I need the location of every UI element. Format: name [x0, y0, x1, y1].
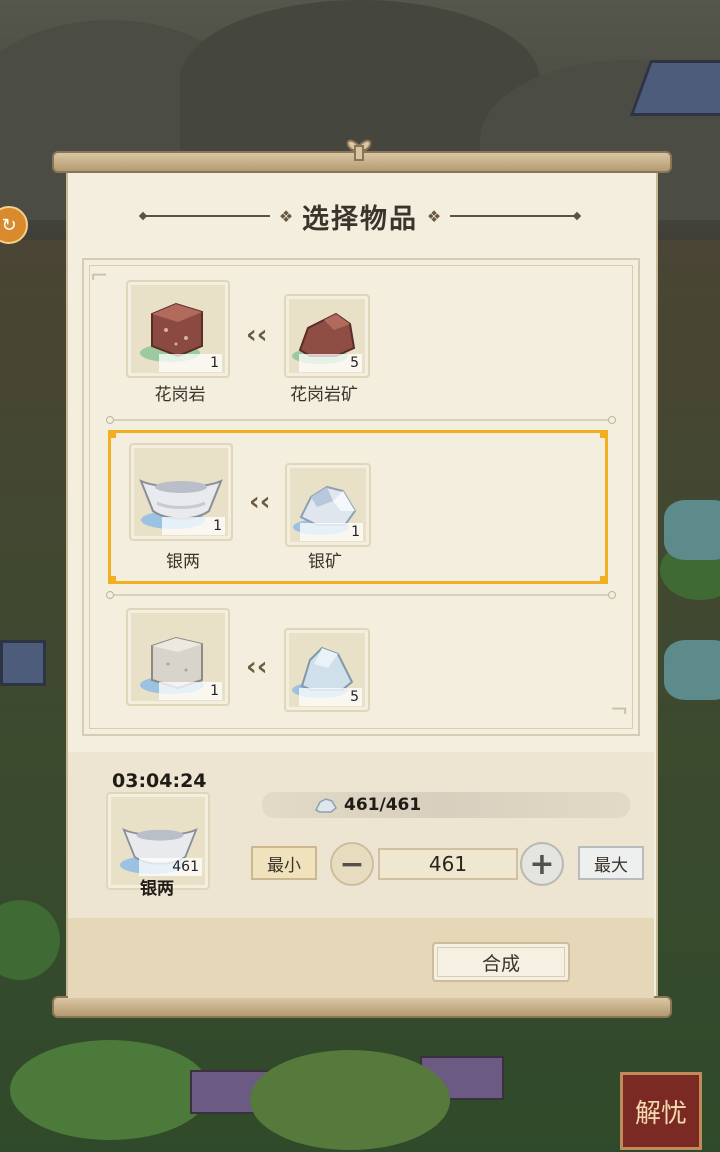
item-count: 1 — [159, 682, 222, 700]
recipe-row[interactable]: 1 ‹‹ 5 — [108, 600, 608, 740]
input-item-slot[interactable]: 1 — [285, 463, 371, 547]
item-count: 1 — [159, 354, 222, 372]
material-stock-text: 461/461 — [344, 795, 422, 815]
selection-corner — [600, 576, 608, 584]
item-name: 花岗岩矿 — [290, 385, 358, 405]
selection-corner — [108, 576, 116, 584]
frame-corner-bottom-right-icon: ¬ — [610, 698, 629, 723]
craft-output-name: 银两 — [140, 879, 174, 899]
output-item-slot[interactable]: 1 — [129, 443, 233, 541]
panel-header: ❖ 选择物品 ❖ — [138, 194, 582, 238]
silver-ore-icon — [299, 485, 357, 526]
title-dot-left — [138, 211, 148, 221]
max-quantity-button[interactable]: 最大 — [578, 846, 644, 880]
silver-ore-icon — [314, 798, 337, 813]
craft-timer: 03:04:24 — [112, 770, 207, 792]
material-stock-bar: 461/461 — [262, 792, 630, 818]
minus-icon: − — [339, 846, 365, 882]
input-item-slot[interactable]: 5 — [284, 294, 370, 378]
selection-corner — [600, 430, 608, 438]
selection-corner — [108, 430, 116, 438]
title-line-left — [146, 215, 270, 217]
increase-quantity-button[interactable]: + — [520, 842, 564, 886]
chevron-left-icon: ‹‹ — [246, 320, 268, 350]
plus-icon: + — [529, 846, 555, 882]
silver-ingot-icon — [139, 479, 223, 520]
decrease-quantity-button[interactable]: − — [330, 842, 374, 886]
granite-block-icon — [151, 302, 203, 358]
title-ornament-left-icon: ❖ — [278, 206, 294, 226]
marble-ore-icon — [300, 646, 354, 691]
recipe-row-selected[interactable]: 1 银两 ‹‹ 1 银矿 — [108, 430, 608, 584]
synthesize-button[interactable]: 合成 — [432, 942, 570, 982]
chevron-left-icon: ‹‹ — [246, 652, 268, 682]
output-item-slot[interactable]: 1 — [126, 608, 230, 706]
row-divider — [106, 591, 616, 599]
item-count: 5 — [299, 354, 362, 372]
item-count: 5 — [299, 688, 362, 706]
corner-badge[interactable]: 解忧 — [620, 1072, 702, 1150]
min-quantity-button[interactable]: 最小 — [251, 846, 317, 880]
item-name: 花岗岩 — [154, 385, 206, 405]
granite-ore-icon — [298, 312, 356, 357]
scroll-rod-bottom — [52, 996, 672, 1018]
quantity-input[interactable]: 461 — [378, 848, 518, 880]
output-item-slot[interactable]: 1 — [126, 280, 230, 378]
item-name: 银矿 — [308, 552, 342, 572]
item-name: 银两 — [166, 552, 200, 572]
scroll-knot-icon — [346, 139, 372, 161]
input-item-slot[interactable]: 5 — [284, 628, 370, 712]
title-ornament-right-icon: ❖ — [426, 206, 442, 226]
title-dot-right — [572, 211, 582, 221]
item-count: 1 — [162, 517, 225, 535]
chevron-left-icon: ‹‹ — [249, 487, 271, 517]
item-count: 1 — [300, 523, 363, 541]
recipe-row[interactable]: 1 花岗岩 ‹‹ 5 花岗岩矿 — [108, 272, 608, 412]
panel-title: 选择物品 — [302, 203, 418, 235]
title-line-right — [450, 215, 574, 217]
row-divider — [106, 416, 616, 424]
